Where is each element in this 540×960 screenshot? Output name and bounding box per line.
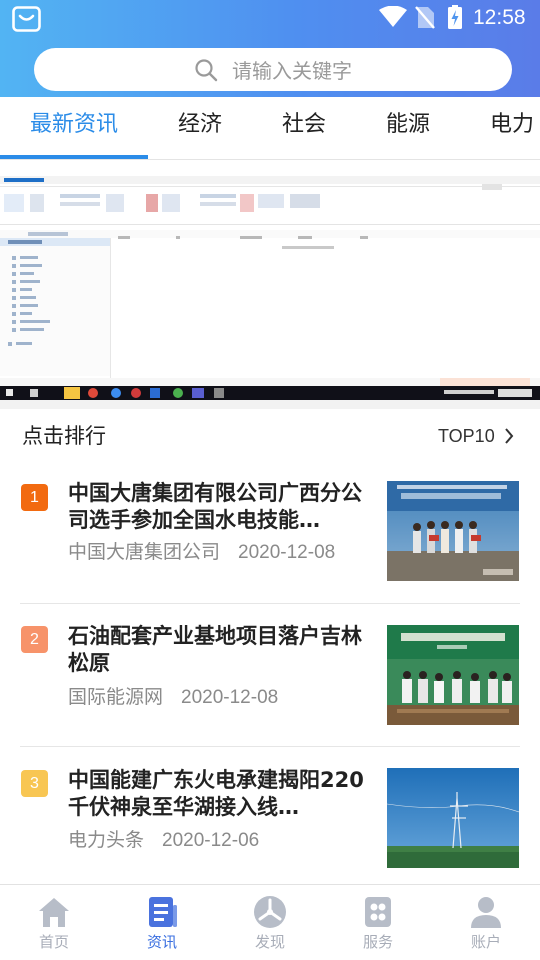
nav-discover-label: 发现	[254, 933, 285, 951]
banner-carousel[interactable]	[0, 160, 540, 400]
ranking-title: 点击排行	[22, 424, 106, 448]
article-meta: 中国大唐集团公司 2020-12-08	[68, 540, 335, 565]
section-divider	[0, 400, 540, 409]
top10-link[interactable]: TOP10	[438, 424, 514, 448]
account-icon	[471, 897, 501, 928]
article-title: 中国能建广东火电承建揭阳220千伏神泉至华湖接入线…	[68, 768, 364, 819]
nav-discover[interactable]: 发现	[216, 885, 324, 960]
rank-badge: 2	[21, 626, 48, 653]
status-bar: 12:58	[0, 0, 540, 36]
search-bar[interactable]: 请输入关键字	[34, 48, 512, 91]
service-icon	[365, 897, 391, 927]
article-title: 石油配套产业基地项目落户吉林松原	[68, 624, 362, 675]
battery-charging-icon	[448, 5, 462, 29]
status-time: 12:58	[473, 6, 526, 29]
app-notification-icon	[12, 6, 41, 32]
article-thumbnail	[387, 481, 519, 581]
banner-image	[0, 160, 540, 400]
article-item[interactable]: 2 石油配套产业基地项目落户吉林松原 国际能源网 2020-12-08	[0, 609, 540, 751]
article-source: 国际能源网	[68, 686, 164, 708]
article-date: 2020-12-08	[238, 542, 336, 563]
rank-badge: 3	[21, 770, 48, 797]
chevron-right-icon	[505, 428, 514, 444]
article-title: 中国大唐集团有限公司广西分公司选手参加全国水电技能…	[68, 481, 362, 532]
tab-power[interactable]: 电力	[490, 111, 534, 139]
nav-service-label: 服务	[362, 933, 393, 951]
home-icon	[39, 898, 69, 927]
bottom-nav: 首页 资讯 发现 服务 账户	[0, 884, 540, 960]
rank-badge: 1	[21, 484, 48, 511]
nav-home-label: 首页	[38, 933, 69, 951]
no-sim-icon	[415, 6, 435, 29]
list-divider	[20, 746, 520, 747]
search-placeholder: 请输入关键字	[232, 59, 352, 83]
header: 12:58 请输入关键字	[0, 0, 540, 97]
nav-home[interactable]: 首页	[0, 885, 108, 960]
tab-economy[interactable]: 经济	[178, 111, 222, 139]
nav-news[interactable]: 资讯	[108, 885, 216, 960]
article-item[interactable]: 3 中国能建广东火电承建揭阳220千伏神泉至华湖接入线… 电力头条 2020-12…	[0, 752, 540, 894]
nav-account[interactable]: 账户	[432, 885, 540, 960]
wifi-signal-icon	[379, 6, 407, 27]
article-source: 电力头条	[68, 829, 145, 851]
news-icon	[149, 897, 177, 927]
article-date: 2020-12-06	[162, 830, 260, 851]
list-divider	[20, 603, 520, 604]
nav-account-label: 账户	[470, 933, 501, 951]
active-tab-indicator	[0, 155, 148, 159]
top10-label: TOP10	[438, 426, 495, 446]
article-thumbnail	[387, 768, 519, 868]
article-thumbnail	[387, 625, 519, 725]
article-meta: 电力头条 2020-12-06	[68, 828, 259, 853]
article-meta: 国际能源网 2020-12-08	[68, 685, 278, 710]
tab-energy[interactable]: 能源	[386, 111, 430, 139]
discover-icon	[254, 896, 286, 928]
category-tabs: 最新资讯 经济 社会 能源 电力	[0, 97, 540, 160]
search-icon	[195, 58, 218, 81]
tab-society[interactable]: 社会	[282, 111, 326, 139]
article-item[interactable]: 1 中国大唐集团有限公司广西分公司选手参加全国水电技能… 中国大唐集团公司 202…	[0, 465, 540, 607]
nav-service[interactable]: 服务	[324, 885, 432, 960]
ranking-header: 点击排行 TOP10	[0, 409, 540, 465]
article-date: 2020-12-08	[181, 687, 279, 708]
tab-latest[interactable]: 最新资讯	[30, 111, 118, 139]
article-source: 中国大唐集团公司	[68, 541, 221, 563]
nav-news-label: 资讯	[146, 933, 177, 951]
